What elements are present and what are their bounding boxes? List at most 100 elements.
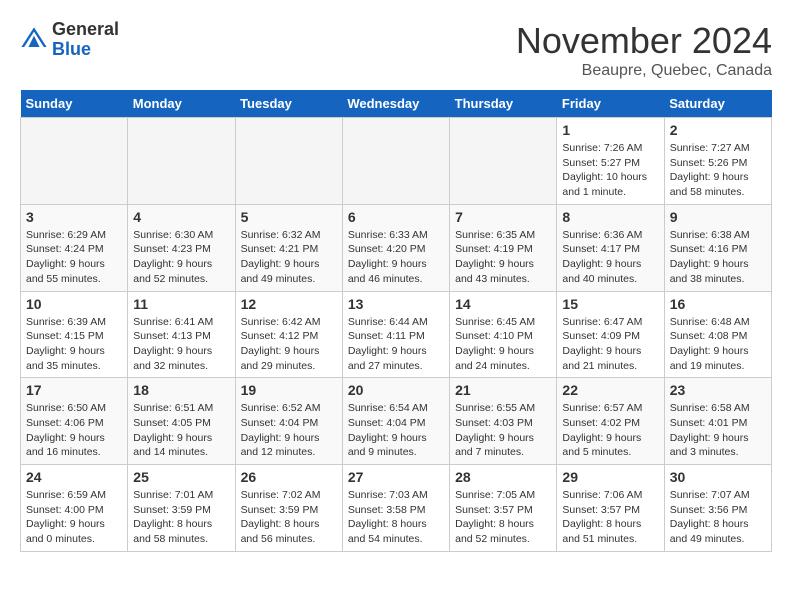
day-info: Sunrise: 7:06 AMSunset: 3:57 PMDaylight:… — [562, 488, 658, 547]
day-number: 2 — [670, 122, 766, 138]
day-info: Sunrise: 6:59 AMSunset: 4:00 PMDaylight:… — [26, 488, 122, 547]
day-cell: 1 Sunrise: 7:26 AMSunset: 5:27 PMDaylight… — [557, 118, 664, 205]
day-info: Sunrise: 6:54 AMSunset: 4:04 PMDaylight:… — [348, 401, 444, 460]
day-number: 19 — [241, 382, 337, 398]
day-info: Sunrise: 6:47 AMSunset: 4:09 PMDaylight:… — [562, 315, 658, 374]
day-number: 4 — [133, 209, 229, 225]
day-number: 18 — [133, 382, 229, 398]
day-number: 7 — [455, 209, 551, 225]
week-row-2: 3 Sunrise: 6:29 AMSunset: 4:24 PMDaylight… — [21, 204, 772, 291]
day-number: 28 — [455, 469, 551, 485]
day-info: Sunrise: 6:35 AMSunset: 4:19 PMDaylight:… — [455, 228, 551, 287]
weekday-header-friday: Friday — [557, 90, 664, 118]
weekday-header-saturday: Saturday — [664, 90, 771, 118]
day-cell: 11 Sunrise: 6:41 AMSunset: 4:13 PMDayligh… — [128, 291, 235, 378]
day-number: 10 — [26, 296, 122, 312]
day-info: Sunrise: 6:30 AMSunset: 4:23 PMDaylight:… — [133, 228, 229, 287]
day-info: Sunrise: 6:29 AMSunset: 4:24 PMDaylight:… — [26, 228, 122, 287]
day-cell: 29 Sunrise: 7:06 AMSunset: 3:57 PMDayligh… — [557, 465, 664, 552]
day-cell — [128, 118, 235, 205]
day-number: 3 — [26, 209, 122, 225]
day-info: Sunrise: 7:03 AMSunset: 3:58 PMDaylight:… — [348, 488, 444, 547]
day-info: Sunrise: 6:38 AMSunset: 4:16 PMDaylight:… — [670, 228, 766, 287]
weekday-header-monday: Monday — [128, 90, 235, 118]
day-number: 16 — [670, 296, 766, 312]
day-cell — [21, 118, 128, 205]
day-number: 29 — [562, 469, 658, 485]
day-cell: 20 Sunrise: 6:54 AMSunset: 4:04 PMDayligh… — [342, 378, 449, 465]
day-number: 20 — [348, 382, 444, 398]
weekday-header-sunday: Sunday — [21, 90, 128, 118]
weekday-header-tuesday: Tuesday — [235, 90, 342, 118]
day-number: 17 — [26, 382, 122, 398]
day-cell: 28 Sunrise: 7:05 AMSunset: 3:57 PMDayligh… — [450, 465, 557, 552]
week-row-3: 10 Sunrise: 6:39 AMSunset: 4:15 PMDayligh… — [21, 291, 772, 378]
day-info: Sunrise: 6:42 AMSunset: 4:12 PMDaylight:… — [241, 315, 337, 374]
day-info: Sunrise: 6:39 AMSunset: 4:15 PMDaylight:… — [26, 315, 122, 374]
weekday-header-wednesday: Wednesday — [342, 90, 449, 118]
day-number: 24 — [26, 469, 122, 485]
day-info: Sunrise: 6:32 AMSunset: 4:21 PMDaylight:… — [241, 228, 337, 287]
day-cell: 21Sunrise: 6:55 AMSunset: 4:03 PMDayligh… — [450, 378, 557, 465]
day-info: Sunrise: 7:26 AMSunset: 5:27 PMDaylight:… — [562, 141, 658, 200]
title-section: November 2024 Beaupre, Quebec, Canada — [516, 20, 772, 80]
day-cell: 8 Sunrise: 6:36 AMSunset: 4:17 PMDaylight… — [557, 204, 664, 291]
day-cell: 10 Sunrise: 6:39 AMSunset: 4:15 PMDayligh… — [21, 291, 128, 378]
calendar-table: SundayMondayTuesdayWednesdayThursdayFrid… — [20, 90, 772, 552]
day-cell: 22 Sunrise: 6:57 AMSunset: 4:02 PMDayligh… — [557, 378, 664, 465]
day-cell: 24 Sunrise: 6:59 AMSunset: 4:00 PMDayligh… — [21, 465, 128, 552]
header: General Blue November 2024 Beaupre, Queb… — [20, 20, 772, 80]
day-number: 21 — [455, 382, 551, 398]
day-info: Sunrise: 6:52 AMSunset: 4:04 PMDaylight:… — [241, 401, 337, 460]
day-number: 23 — [670, 382, 766, 398]
day-info: Sunrise: 6:57 AMSunset: 4:02 PMDaylight:… — [562, 401, 658, 460]
weekday-header-row: SundayMondayTuesdayWednesdayThursdayFrid… — [21, 90, 772, 118]
day-cell: 25Sunrise: 7:01 AMSunset: 3:59 PMDayligh… — [128, 465, 235, 552]
day-number: 1 — [562, 122, 658, 138]
day-info: Sunrise: 6:36 AMSunset: 4:17 PMDaylight:… — [562, 228, 658, 287]
day-info: Sunrise: 7:02 AMSunset: 3:59 PMDaylight:… — [241, 488, 337, 547]
day-cell: 5 Sunrise: 6:32 AMSunset: 4:21 PMDaylight… — [235, 204, 342, 291]
weekday-header-thursday: Thursday — [450, 90, 557, 118]
day-info: Sunrise: 7:05 AMSunset: 3:57 PMDaylight:… — [455, 488, 551, 547]
day-number: 12 — [241, 296, 337, 312]
week-row-1: 1 Sunrise: 7:26 AMSunset: 5:27 PMDaylight… — [21, 118, 772, 205]
day-number: 6 — [348, 209, 444, 225]
day-cell — [235, 118, 342, 205]
day-cell — [450, 118, 557, 205]
day-info: Sunrise: 6:48 AMSunset: 4:08 PMDaylight:… — [670, 315, 766, 374]
month-title: November 2024 — [516, 20, 772, 62]
day-cell: 18 Sunrise: 6:51 AMSunset: 4:05 PMDayligh… — [128, 378, 235, 465]
day-cell: 12 Sunrise: 6:42 AMSunset: 4:12 PMDayligh… — [235, 291, 342, 378]
day-cell: 7 Sunrise: 6:35 AMSunset: 4:19 PMDaylight… — [450, 204, 557, 291]
logo-blue-text: Blue — [52, 40, 119, 60]
day-cell: 26Sunrise: 7:02 AMSunset: 3:59 PMDayligh… — [235, 465, 342, 552]
day-number: 14 — [455, 296, 551, 312]
day-cell: 2 Sunrise: 7:27 AMSunset: 5:26 PMDaylight… — [664, 118, 771, 205]
day-number: 5 — [241, 209, 337, 225]
day-cell: 19 Sunrise: 6:52 AMSunset: 4:04 PMDayligh… — [235, 378, 342, 465]
day-cell: 4 Sunrise: 6:30 AMSunset: 4:23 PMDaylight… — [128, 204, 235, 291]
day-number: 11 — [133, 296, 229, 312]
day-cell: 30Sunrise: 7:07 AMSunset: 3:56 PMDayligh… — [664, 465, 771, 552]
day-number: 22 — [562, 382, 658, 398]
day-cell: 13Sunrise: 6:44 AMSunset: 4:11 PMDayligh… — [342, 291, 449, 378]
day-info: Sunrise: 6:41 AMSunset: 4:13 PMDaylight:… — [133, 315, 229, 374]
day-number: 15 — [562, 296, 658, 312]
day-cell: 6 Sunrise: 6:33 AMSunset: 4:20 PMDaylight… — [342, 204, 449, 291]
day-number: 25 — [133, 469, 229, 485]
day-number: 9 — [670, 209, 766, 225]
day-cell: 16 Sunrise: 6:48 AMSunset: 4:08 PMDayligh… — [664, 291, 771, 378]
day-number: 27 — [348, 469, 444, 485]
day-info: Sunrise: 7:27 AMSunset: 5:26 PMDaylight:… — [670, 141, 766, 200]
day-info: Sunrise: 6:58 AMSunset: 4:01 PMDaylight:… — [670, 401, 766, 460]
day-cell: 27 Sunrise: 7:03 AMSunset: 3:58 PMDayligh… — [342, 465, 449, 552]
logo-general-text: General — [52, 20, 119, 40]
day-info: Sunrise: 6:51 AMSunset: 4:05 PMDaylight:… — [133, 401, 229, 460]
week-row-4: 17Sunrise: 6:50 AMSunset: 4:06 PMDayligh… — [21, 378, 772, 465]
day-cell: 9 Sunrise: 6:38 AMSunset: 4:16 PMDaylight… — [664, 204, 771, 291]
day-number: 30 — [670, 469, 766, 485]
day-cell: 3 Sunrise: 6:29 AMSunset: 4:24 PMDaylight… — [21, 204, 128, 291]
day-number: 8 — [562, 209, 658, 225]
day-info: Sunrise: 6:33 AMSunset: 4:20 PMDaylight:… — [348, 228, 444, 287]
